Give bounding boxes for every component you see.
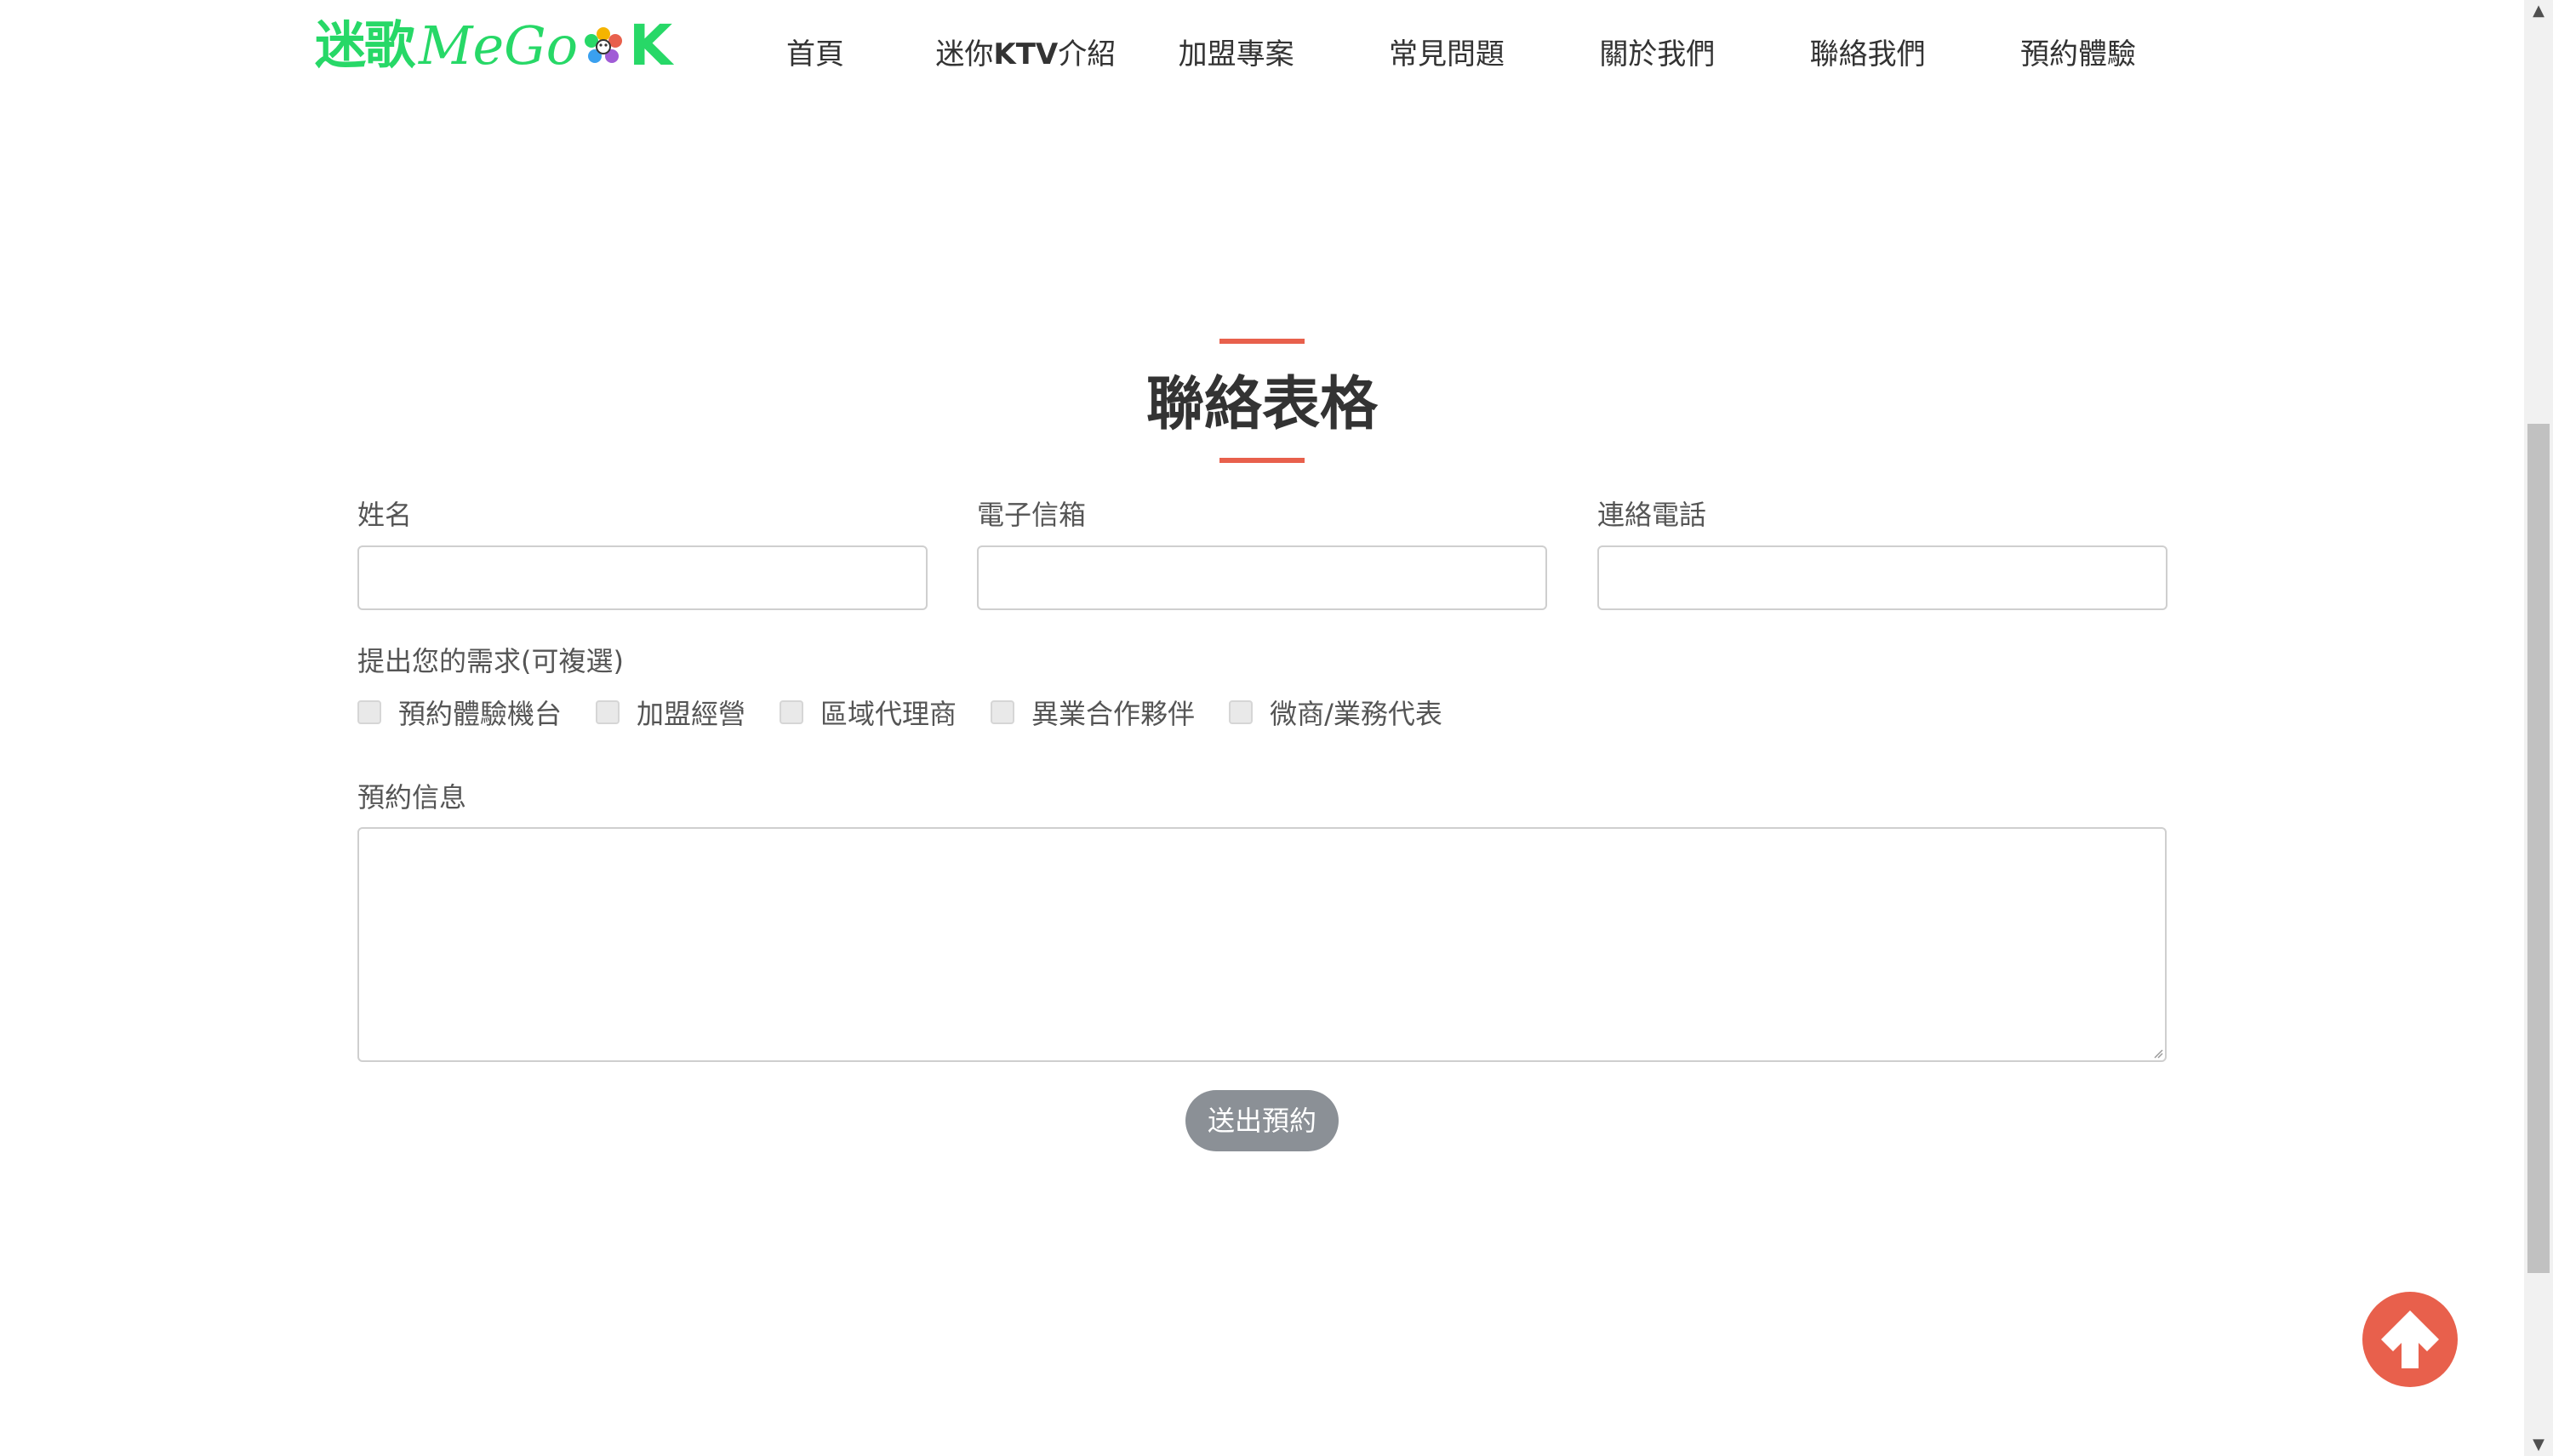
phone-field[interactable] [1597,545,2167,610]
phone-label: 連絡電話 [1597,499,1707,531]
needs-checkbox-group: 預約體驗機台 加盟經營 區域代理商 異業合作夥伴 微商/業務代表 [357,691,1442,734]
checkbox[interactable] [780,700,804,724]
option-label: 加盟經營 [637,698,746,730]
title-top-divider [1219,339,1305,344]
checkbox[interactable] [596,700,620,724]
message-field[interactable] [357,827,2167,1062]
title-bottom-divider [1219,458,1305,463]
back-to-top-button[interactable] [2362,1292,2458,1387]
checkbox[interactable] [357,700,381,724]
option-sales-rep[interactable]: 微商/業務代表 [1229,693,1442,732]
logo-chinese-text: 迷歌 [315,16,415,76]
option-regional-agent[interactable]: 區域代理商 [780,693,957,732]
nav-item-franchise[interactable]: 加盟專案 [1134,31,1339,72]
option-label: 異業合作夥伴 [1031,698,1196,730]
nav-item-about[interactable]: 關於我們 [1555,31,1759,72]
nav-item-contact[interactable]: 聯絡我們 [1766,31,1970,72]
logo-k-text: K [629,13,673,78]
page-title: 聯絡表格 [1145,370,1378,438]
nav-item-home[interactable]: 首頁 [713,31,917,72]
flower-icon [585,27,623,63]
logo-latin-text: MeGo [419,14,579,77]
needs-label: 提出您的需求(可複選) [357,645,624,677]
nav-item-mini-ktv[interactable]: 迷你KTV介紹 [923,31,1128,72]
message-label: 預約信息 [357,781,467,814]
site-header: 迷歌 MeGo K 首頁 迷你KTV介紹 加盟專案 常見問題 關於我們 聯絡我們… [0,0,2524,102]
resize-grip-icon[interactable] [2153,1048,2163,1059]
scrollbar[interactable]: ▲ ▼ [2524,0,2553,1456]
name-field[interactable] [357,545,928,610]
email-field[interactable] [977,545,1547,610]
nav-item-mini-ktv-prefix: 迷你 [935,37,994,71]
scroll-down-arrow-icon[interactable]: ▼ [2524,1434,2553,1456]
option-label: 區域代理商 [820,698,957,730]
name-label: 姓名 [357,499,413,531]
option-franchise[interactable]: 加盟經營 [596,693,745,732]
option-label: 預約體驗機台 [398,698,563,730]
nav-item-faq[interactable]: 常見問題 [1345,31,1549,72]
option-label: 微商/業務代表 [1270,698,1442,730]
option-partner[interactable]: 異業合作夥伴 [991,693,1195,732]
email-label: 電子信箱 [977,499,1087,531]
nav-item-mini-ktv-bold: KTV [993,37,1059,71]
site-logo[interactable]: 迷歌 MeGo K [315,12,672,80]
scroll-thumb[interactable] [2527,424,2550,1273]
checkbox[interactable] [1229,700,1254,724]
scroll-up-arrow-icon[interactable]: ▲ [2524,0,2553,22]
nav-item-booking[interactable]: 預約體驗 [1976,31,2180,72]
nav-item-mini-ktv-suffix: 介紹 [1058,37,1117,71]
option-booking-trial[interactable]: 預約體驗機台 [357,693,562,732]
submit-booking-button[interactable]: 送出預約 [1185,1090,1339,1151]
checkbox[interactable] [991,700,1015,724]
main-nav: 首頁 迷你KTV介紹 加盟專案 常見問題 關於我們 聯絡我們 預約體驗 [713,17,2180,85]
page: 迷歌 MeGo K 首頁 迷你KTV介紹 加盟專案 常見問題 關於我們 聯絡我們… [0,0,2553,1456]
arrow-up-icon [2381,1310,2439,1368]
